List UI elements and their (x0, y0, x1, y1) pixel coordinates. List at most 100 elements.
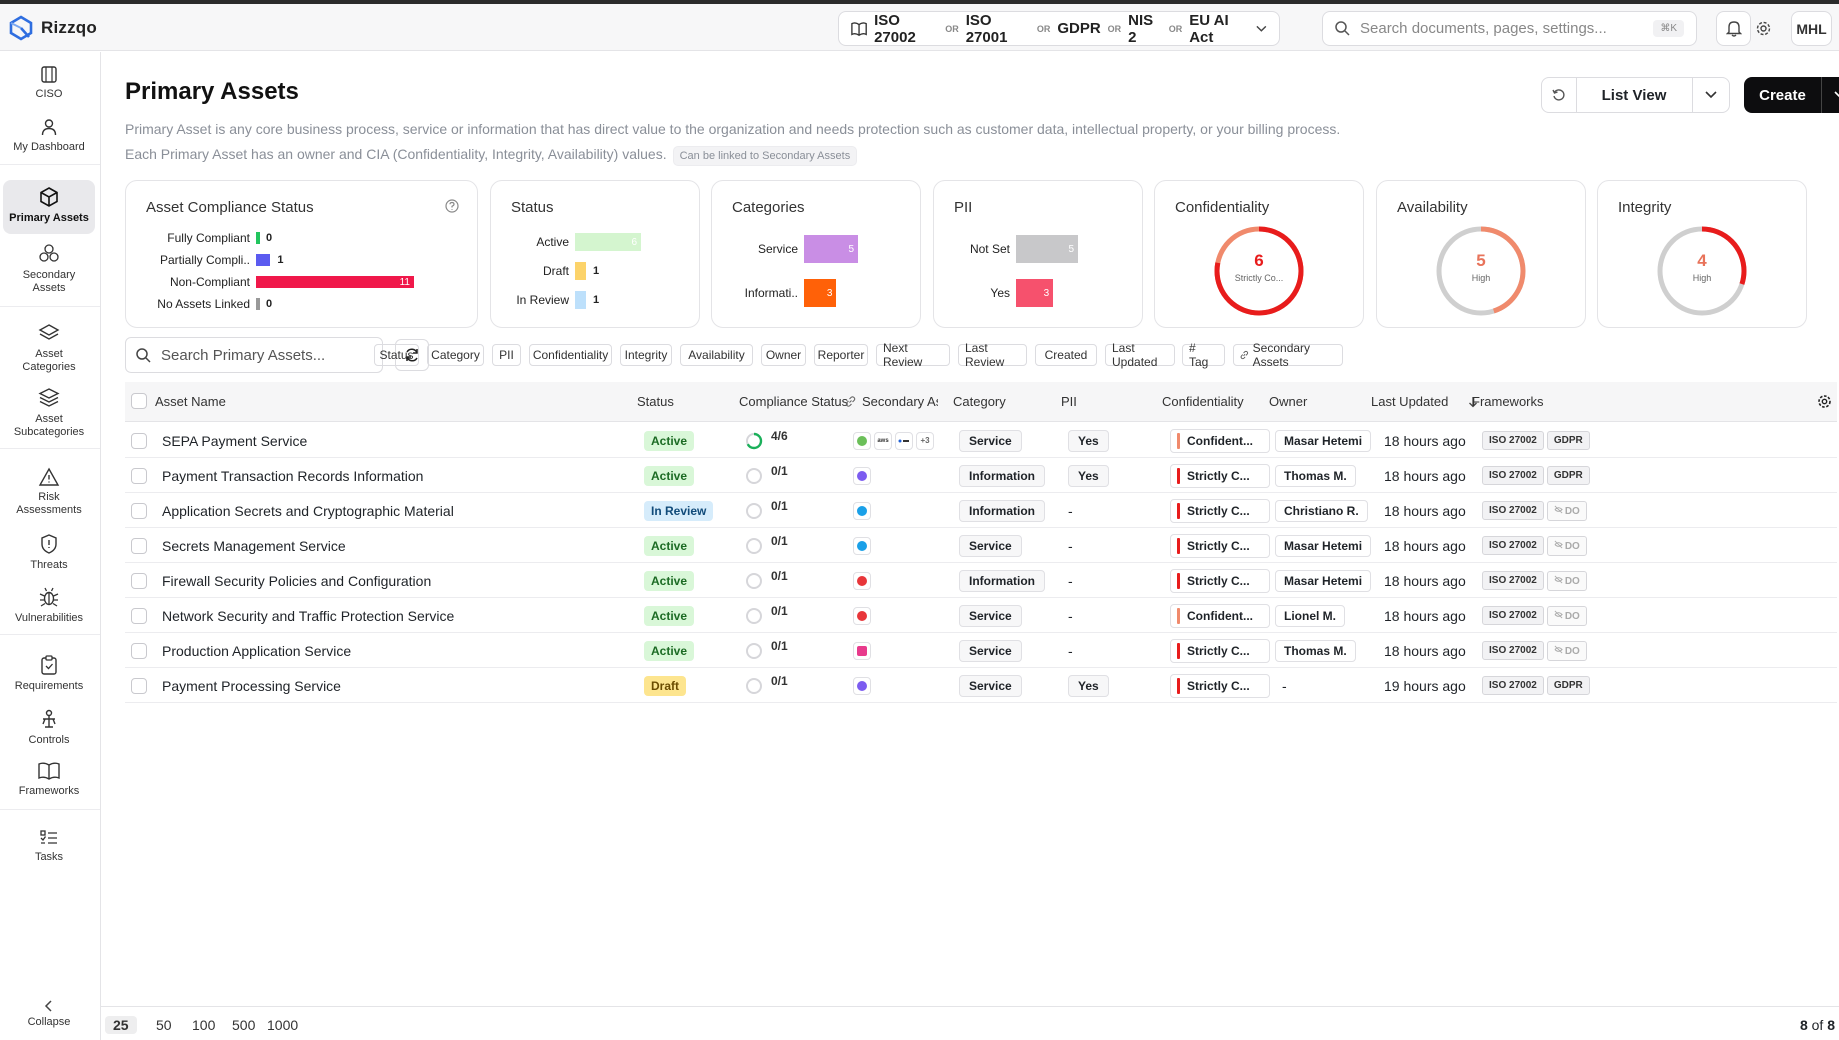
sidebar-item-tasks[interactable]: Tasks (3, 823, 95, 870)
user-avatar[interactable]: MHL (1791, 11, 1832, 46)
app-logo[interactable]: Rizzqo (8, 15, 97, 41)
sidebar-item-vulnerabilities[interactable]: Vulnerabilities (3, 580, 95, 631)
column-confidentiality[interactable]: Confidentiality (1162, 394, 1244, 409)
row-checkbox[interactable] (131, 598, 147, 633)
filter-chip[interactable]: Last Review (958, 341, 1027, 369)
column-category[interactable]: Category (953, 394, 1006, 409)
row-checkbox[interactable] (131, 668, 147, 703)
list-view-button[interactable]: List View (1576, 77, 1693, 113)
filter-chip[interactable]: Status (374, 344, 419, 366)
page-size-option[interactable]: 1000 (267, 1017, 298, 1033)
row-checkbox[interactable] (131, 423, 147, 458)
sidebar-item-threats[interactable]: Threats (3, 527, 95, 578)
sidebar-item-requirements[interactable]: Requirements (3, 648, 95, 699)
secondary-asset-logo-icon[interactable] (853, 466, 871, 485)
filter-chip[interactable]: # Tag (1182, 341, 1225, 369)
asset-name[interactable]: Production Application Service (162, 633, 351, 668)
global-search-input[interactable] (1360, 20, 1644, 37)
create-dropdown-button[interactable] (1821, 77, 1839, 113)
secondary-asset-logo-icon[interactable] (853, 676, 871, 695)
filter-chip[interactable]: Owner (761, 344, 806, 366)
page-size-option[interactable]: 500 (232, 1017, 255, 1033)
column-asset-name[interactable]: Asset Name (155, 394, 226, 409)
more-secondary-assets[interactable]: +3 (916, 431, 934, 450)
reset-view-button[interactable] (1541, 77, 1577, 113)
column-owner[interactable]: Owner (1269, 394, 1307, 409)
table-row[interactable]: SEPA Payment Service Active 4/6 aws +3 Servic… (125, 423, 1837, 458)
filter-chip[interactable]: Created (1035, 344, 1097, 366)
secondary-asset-logo-icon[interactable] (853, 501, 871, 520)
asset-name[interactable]: Firewall Security Policies and Configura… (162, 563, 431, 598)
sidebar-item-my-dashboard[interactable]: My Dashboard (3, 111, 95, 160)
table-settings-button[interactable] (1817, 394, 1832, 409)
asset-name[interactable]: SEPA Payment Service (162, 423, 307, 458)
asset-search[interactable] (125, 337, 383, 373)
table-row[interactable]: Firewall Security Policies and Configura… (125, 563, 1837, 598)
table-row[interactable]: Payment Transaction Records Information A… (125, 458, 1837, 493)
sidebar-item-primary-assets[interactable]: Primary Assets (3, 180, 95, 234)
table-row[interactable]: Network Security and Traffic Protection … (125, 598, 1837, 633)
filter-chip[interactable]: Reporter (814, 344, 868, 366)
bar-category-label: Draft (542, 264, 569, 278)
secondary-asset-icon[interactable]: aws (874, 431, 892, 450)
global-search[interactable]: ⌘K (1322, 11, 1697, 46)
filter-chip[interactable]: Secondary Assets (1233, 341, 1343, 369)
secondary-link-note: Can be linked to Secondary Assets (672, 146, 858, 166)
column-last-updated[interactable]: Last Updated (1371, 394, 1478, 409)
column-status[interactable]: Status (637, 394, 674, 409)
row-checkbox[interactable] (131, 493, 147, 528)
secondary-asset-logo-icon[interactable] (853, 431, 871, 450)
select-all-checkbox[interactable] (131, 393, 147, 409)
row-checkbox[interactable] (131, 458, 147, 493)
view-dropdown-button[interactable] (1692, 77, 1730, 113)
table-row[interactable]: Secrets Management Service Active 0/1 Servi… (125, 528, 1837, 563)
column-frameworks[interactable]: Frameworks (1472, 394, 1544, 409)
secondary-asset-logo-icon[interactable] (853, 571, 871, 590)
asset-name[interactable]: Payment Transaction Records Information (162, 458, 423, 493)
sidebar: CISO My Dashboard Primary Assets Seconda… (0, 52, 101, 1040)
frameworks-cell: ISO 27002 DO (1482, 493, 1587, 528)
sidebar-item-frameworks[interactable]: Frameworks (3, 755, 95, 804)
column-compliance-status[interactable]: Compliance Status (739, 394, 848, 409)
asset-name[interactable]: Secrets Management Service (162, 528, 346, 563)
asset-name[interactable]: Application Secrets and Cryptographic Ma… (162, 493, 454, 528)
table-row[interactable]: Payment Processing Service Draft 0/1 Servic… (125, 668, 1837, 703)
asset-name[interactable]: Network Security and Traffic Protection … (162, 598, 454, 633)
row-checkbox[interactable] (131, 563, 147, 598)
filter-chip[interactable]: PII (492, 344, 521, 366)
row-checkbox[interactable] (131, 528, 147, 563)
table-row[interactable]: Application Secrets and Cryptographic Ma… (125, 493, 1837, 528)
secondary-asset-logo-icon[interactable] (853, 641, 871, 660)
framework-switcher[interactable]: ISO 27002 OR ISO 27001 OR GDPR OR NIS 2 … (838, 11, 1280, 46)
sidebar-collapse-button[interactable]: Collapse (3, 994, 95, 1035)
asset-name[interactable]: Payment Processing Service (162, 668, 341, 703)
column-secondary-assets[interactable]: Secondary Ass (845, 394, 938, 409)
row-checkbox[interactable] (131, 633, 147, 668)
filter-chip[interactable]: Category (427, 344, 484, 366)
filter-chip[interactable]: Last Updated (1105, 341, 1175, 369)
sidebar-item-asset-subcategories[interactable]: Asset Subcategories (3, 381, 95, 444)
sidebar-item-risk-assessments[interactable]: Risk Assessments (3, 461, 95, 522)
filter-chip[interactable]: Availability (680, 344, 753, 366)
table-row[interactable]: Production Application Service Active 0/1 S… (125, 633, 1837, 668)
page-size-option[interactable]: 50 (156, 1017, 172, 1033)
sidebar-item-secondary-assets[interactable]: Secondary Assets (3, 237, 95, 300)
asset-search-input[interactable] (161, 346, 372, 364)
filter-chip[interactable]: Integrity (620, 344, 672, 366)
page-size-option[interactable]: 100 (192, 1017, 215, 1033)
filter-chip[interactable]: Next Review (876, 341, 950, 369)
sidebar-item-asset-categories[interactable]: Asset Categories (3, 316, 95, 379)
settings-button[interactable] (1746, 11, 1781, 46)
secondary-asset-logo-icon[interactable] (853, 606, 871, 625)
filter-chip-label: Confidentiality (532, 348, 609, 362)
sidebar-item-controls[interactable]: Controls (3, 702, 95, 753)
secondary-asset-logo-icon[interactable] (895, 431, 913, 450)
column-pii[interactable]: PII (1061, 394, 1077, 409)
create-button[interactable]: Create (1744, 77, 1821, 113)
page-size-option[interactable]: 25 (105, 1016, 137, 1034)
help-icon[interactable] (445, 199, 459, 213)
owner-cell: - (1282, 668, 1287, 703)
secondary-asset-logo-icon[interactable] (853, 536, 871, 555)
sidebar-item-ciso[interactable]: CISO (3, 58, 95, 107)
filter-chip[interactable]: Confidentiality (529, 344, 612, 366)
